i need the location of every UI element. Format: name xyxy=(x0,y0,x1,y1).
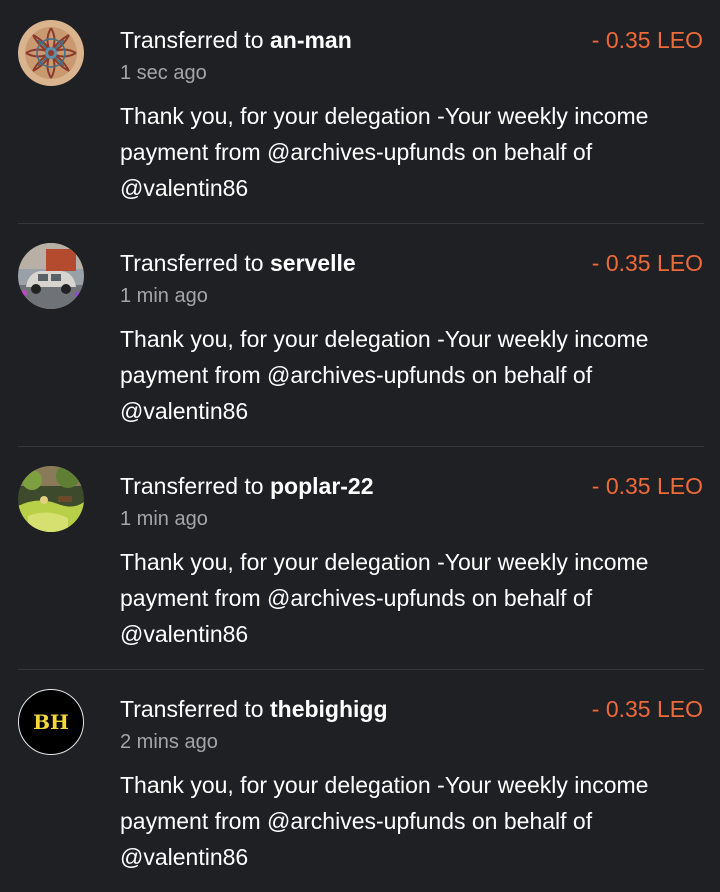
transfer-title: Transferred to thebighigg xyxy=(120,695,388,723)
transfer-amount: - 0.35 LEO xyxy=(591,696,703,722)
transfer-timestamp: 1 min ago xyxy=(120,508,208,530)
transfer-timestamp: 1 min ago xyxy=(120,285,208,307)
transfer-timestamp: 1 sec ago xyxy=(120,62,207,84)
transaction-feed: Transferred to an-man - 0.35 LEO 1 sec a… xyxy=(0,0,720,892)
transfer-amount: - 0.35 LEO xyxy=(591,250,703,276)
transfer-memo: Thank you, for your delegation -Your wee… xyxy=(120,772,649,870)
transaction-item[interactable]: Transferred to servelle - 0.35 LEO 1 min… xyxy=(0,223,720,446)
mandala-avatar-icon[interactable] xyxy=(18,20,84,86)
transfer-amount: - 0.35 LEO xyxy=(591,473,703,499)
recipient-username[interactable]: poplar-22 xyxy=(270,473,374,499)
bh-logo-text: BH xyxy=(33,710,69,734)
transfer-title: Transferred to an-man xyxy=(120,26,352,54)
transfer-action-label: Transferred to xyxy=(120,250,270,276)
transfer-action-label: Transferred to xyxy=(120,696,270,722)
transfer-title: Transferred to servelle xyxy=(120,249,356,277)
transaction-item[interactable]: BH Transferred to thebighigg - 0.35 LEO … xyxy=(0,669,720,892)
transfer-amount: - 0.35 LEO xyxy=(591,27,703,53)
recipient-username[interactable]: servelle xyxy=(270,250,356,276)
transfer-memo: Thank you, for your delegation -Your wee… xyxy=(120,103,649,201)
transfer-action-label: Transferred to xyxy=(120,27,270,53)
recipient-username[interactable]: an-man xyxy=(270,27,352,53)
transfer-action-label: Transferred to xyxy=(120,473,270,499)
transfer-timestamp: 2 mins ago xyxy=(120,731,218,753)
bh-logo-avatar-icon[interactable]: BH xyxy=(18,689,84,755)
transaction-item[interactable]: Transferred to poplar-22 - 0.35 LEO 1 mi… xyxy=(0,446,720,669)
garden-avatar-icon[interactable] xyxy=(18,466,84,532)
transfer-title: Transferred to poplar-22 xyxy=(120,472,374,500)
transfer-memo: Thank you, for your delegation -Your wee… xyxy=(120,549,649,647)
recipient-username[interactable]: thebighigg xyxy=(270,696,388,722)
transaction-item[interactable]: Transferred to an-man - 0.35 LEO 1 sec a… xyxy=(0,0,720,223)
transfer-memo: Thank you, for your delegation -Your wee… xyxy=(120,326,649,424)
car-avatar-icon[interactable] xyxy=(18,243,84,309)
